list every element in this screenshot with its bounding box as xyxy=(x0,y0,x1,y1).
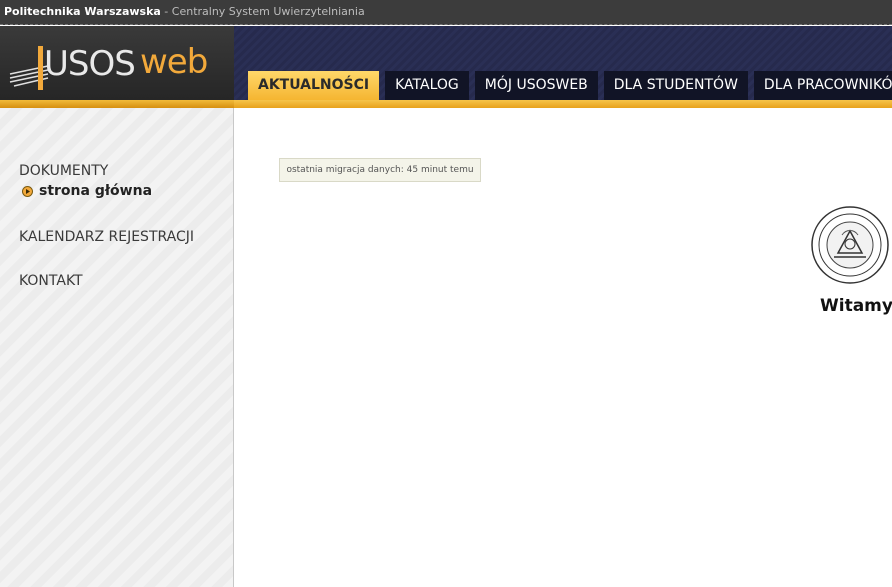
logo-text-web: web xyxy=(140,42,208,82)
header: USOS web AKTUALNOŚCI KATALOG MÓJ USOSWEB… xyxy=(0,26,892,100)
tab-katalog[interactable]: KATALOG xyxy=(385,71,469,100)
organization-name: Politechnika Warszawska xyxy=(4,5,161,18)
migration-status: ostatnia migracja danych: 45 minut temu xyxy=(279,158,481,182)
logo[interactable]: USOS web xyxy=(0,26,234,100)
sidebar-item-label: strona główna xyxy=(39,183,153,199)
header-divider xyxy=(0,100,892,108)
main-nav: AKTUALNOŚCI KATALOG MÓJ USOSWEB DLA STUD… xyxy=(248,71,892,100)
sidebar-item-kalendarz-rejestracji[interactable]: KALENDARZ REJESTRACJI xyxy=(19,229,194,245)
sidebar-item-kontakt[interactable]: KONTAKT xyxy=(19,273,83,289)
sidebar-item-strona-glowna[interactable]: strona główna xyxy=(22,183,152,199)
tab-aktualnosci[interactable]: AKTUALNOŚCI xyxy=(248,71,380,100)
university-seal-icon xyxy=(811,206,889,284)
header-divider-left xyxy=(0,100,234,108)
sidebar: DOKUMENTY strona główna KALENDARZ REJEST… xyxy=(0,108,234,587)
tab-moj-usosweb[interactable]: MÓJ USOSWEB xyxy=(474,71,598,100)
top-bar: Politechnika Warszawska - Centralny Syst… xyxy=(0,0,892,25)
topbar-separator: - xyxy=(160,5,172,18)
tab-dla-pracownikow[interactable]: DLA PRACOWNIKÓW xyxy=(753,71,892,100)
system-name: Centralny System Uwierzytelniania xyxy=(171,5,365,18)
arrow-bullet-icon xyxy=(22,185,33,197)
welcome-heading: Witamy w xyxy=(820,296,892,316)
tab-dla-studentow[interactable]: DLA STUDENTÓW xyxy=(603,71,748,100)
logo-text-uso: USOS xyxy=(44,44,136,84)
main-content: ostatnia migracja danych: 45 minut temu … xyxy=(235,108,892,587)
sidebar-item-dokumenty[interactable]: DOKUMENTY xyxy=(19,163,108,179)
